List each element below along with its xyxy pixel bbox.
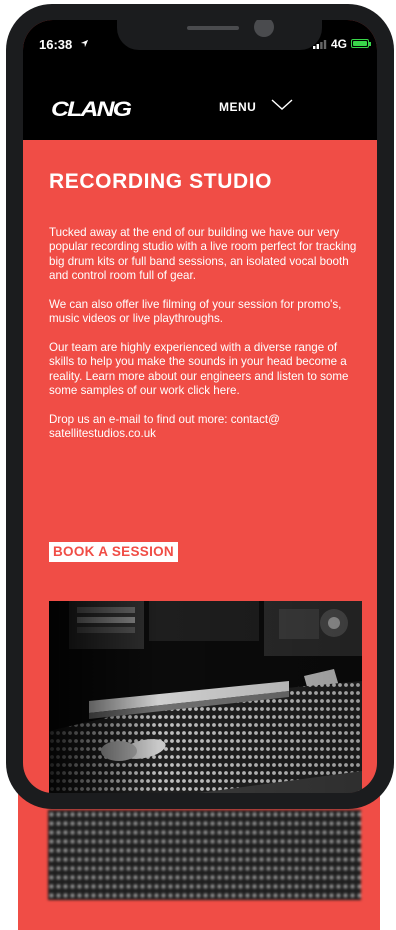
intro-paragraph: Tucked away at the end of our building w…	[49, 226, 357, 283]
mixing-console-image	[48, 810, 361, 900]
front-camera	[254, 20, 274, 37]
network-type: 4G	[331, 37, 348, 51]
location-arrow-icon	[80, 39, 89, 48]
battery-level	[353, 41, 367, 46]
speaker-grille	[187, 26, 239, 30]
site-header: CLANG MENU	[23, 68, 377, 140]
studio-photo-lower	[48, 810, 361, 900]
menu-label: MENU	[219, 100, 257, 114]
menu-button[interactable]: MENU	[219, 96, 299, 118]
phone-frame: 16:38 4G CLANG MENU RECORDING STUDIO Tuc…	[6, 4, 394, 809]
team-paragraph: Our team are highly experienced with a d…	[49, 341, 349, 398]
filming-paragraph: We can also offer live filming of your s…	[49, 298, 342, 326]
phone-screen: 16:38 4G CLANG MENU RECORDING STUDIO Tuc…	[23, 20, 377, 793]
book-session-button[interactable]: BOOK A SESSION	[49, 542, 178, 562]
page-title: RECORDING STUDIO	[49, 170, 273, 193]
contact-paragraph: Drop us an e-mail to find out more: cont…	[49, 413, 280, 441]
chevron-down-icon	[271, 99, 293, 110]
site-logo[interactable]: CLANG	[51, 98, 132, 122]
battery-icon	[351, 39, 371, 48]
mixing-console-image	[49, 601, 362, 793]
status-time: 16:38	[39, 37, 73, 52]
studio-photo	[49, 601, 362, 793]
phone-notch	[117, 20, 322, 50]
